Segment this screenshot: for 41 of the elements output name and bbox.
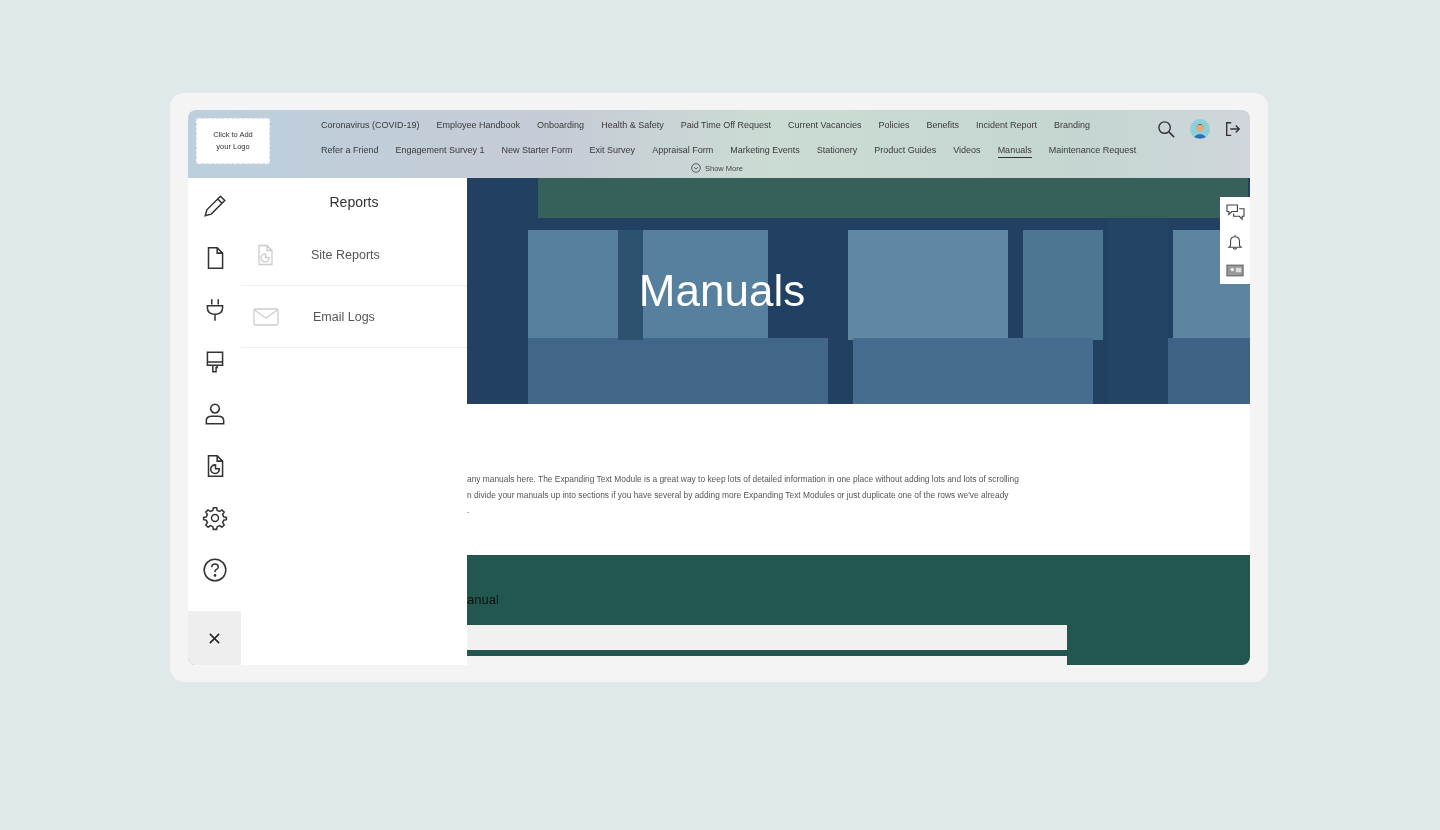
chat-icon[interactable] (1225, 203, 1245, 221)
bell-icon[interactable] (1227, 234, 1243, 251)
mail-icon (253, 306, 279, 327)
nav-link[interactable]: Onboarding (537, 119, 585, 133)
nav-link[interactable]: Marketing Events (730, 144, 800, 158)
avatar-icon[interactable] (1190, 119, 1210, 139)
nav-link[interactable]: Coronavirus (COVID-19) (321, 119, 420, 133)
logout-icon[interactable] (1224, 120, 1242, 138)
body-text: any manuals here. The Expanding Text Module is a great way to keep lots of detailed information in one place without adding lots and lots of scrolling (467, 473, 1020, 486)
nav-link[interactable]: Refer a Friend (321, 144, 379, 158)
nav-link[interactable]: Employee Handbook (436, 119, 521, 133)
nav-link[interactable]: Videos (953, 144, 981, 158)
nav-link[interactable]: Product Guides (874, 144, 937, 158)
nav-link[interactable]: Exit Survey (589, 144, 636, 158)
nav-link[interactable]: Current Vacancies (788, 119, 862, 133)
nav-link[interactable]: Appraisal Form (652, 144, 714, 158)
nav-link[interactable]: Maintenance Request (1048, 144, 1137, 158)
close-icon (208, 631, 221, 645)
nav-link[interactable]: Branding (1054, 119, 1091, 133)
chevron-circle-icon[interactable] (691, 163, 701, 173)
nav-link[interactable]: Policies (878, 119, 910, 133)
page-title: Manuals (637, 266, 806, 316)
id-card-icon[interactable] (1226, 264, 1244, 278)
section-heading: anual (467, 592, 500, 609)
panel-title: Reports (328, 193, 380, 212)
nav-link[interactable]: Stationery (816, 144, 858, 158)
settings-icon[interactable] (201, 505, 228, 531)
help-icon[interactable] (201, 557, 228, 583)
panel-menu-item[interactable]: Site Reports (241, 224, 467, 286)
nav-link[interactable]: Paid Time Off Request (680, 119, 772, 133)
nav-link[interactable]: Manuals (997, 144, 1032, 158)
nav-link[interactable]: Health & Safety (601, 119, 664, 133)
nav-link[interactable]: Incident Report (976, 119, 1038, 133)
nav-link[interactable]: New Starter Form (501, 144, 573, 158)
nav-link[interactable]: Engagement Survey 1 (395, 144, 485, 158)
nav-link[interactable]: Benefits (926, 119, 959, 133)
search-icon[interactable] (1157, 119, 1176, 139)
body-text: . (467, 504, 471, 517)
body-text: n divide your manuals up into sections if you have several by adding more Expanding Text Modules or just duplicate one of the rows we've already (467, 488, 1010, 502)
pencil-icon[interactable] (201, 193, 228, 219)
panel-menu-item[interactable]: Email Logs (241, 286, 467, 348)
